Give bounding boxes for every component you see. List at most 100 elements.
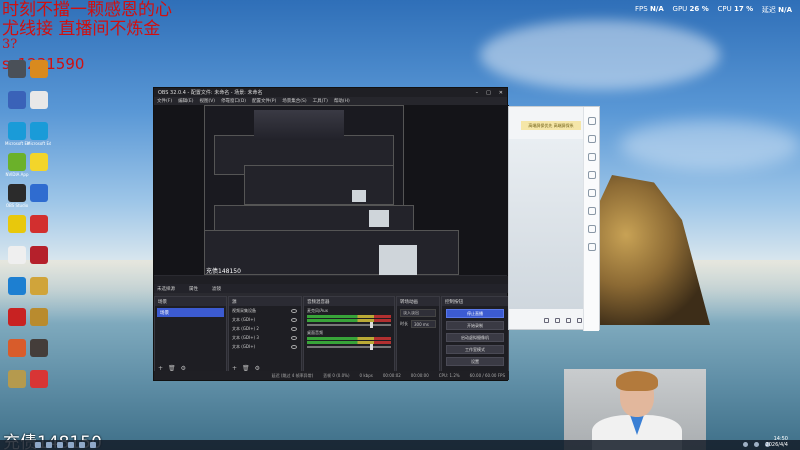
sources-dock-title: 源 [229, 297, 301, 306]
app-icon [8, 246, 26, 264]
desktop-icon[interactable] [27, 246, 51, 265]
menu-edit[interactable]: 编辑(E) [178, 98, 193, 104]
source-item[interactable]: 视频采集设备 [229, 306, 301, 315]
desktop-icon[interactable]: OBS Studio [5, 184, 29, 208]
app-icon[interactable] [79, 442, 85, 448]
start-icon[interactable] [35, 442, 41, 448]
search-icon[interactable] [46, 442, 52, 448]
desktop-icon[interactable] [27, 153, 51, 172]
start-recording-button[interactable]: 开始录制 [446, 321, 504, 330]
menu-tools[interactable]: 工具(T) [313, 98, 328, 104]
desktop-icon[interactable] [5, 339, 29, 358]
menu-profile[interactable]: 配置文件(P) [252, 98, 276, 104]
fullscreen-icon[interactable] [577, 318, 582, 323]
studio-mode-button[interactable]: 工作室模式 [446, 345, 504, 354]
menu-view[interactable]: 视图(V) [199, 98, 215, 104]
eye-icon[interactable] [291, 317, 297, 322]
latency-stat: 延迟 N/A [761, 6, 792, 14]
minimize-icon[interactable]: – [476, 90, 479, 96]
start-virtual-camera-button[interactable]: 启动虚拟摄像机 [446, 333, 504, 342]
app-icon[interactable] [57, 442, 63, 448]
menu-scene-collection[interactable]: 场景集合(S) [282, 98, 306, 104]
tool-icon[interactable] [587, 243, 596, 251]
filters-button[interactable]: 滤镜 [212, 286, 221, 292]
duration-input[interactable]: 300 ms [411, 320, 436, 328]
volume-slider[interactable] [307, 322, 391, 328]
desktop-icon[interactable] [27, 370, 51, 389]
desktop-icon[interactable] [5, 246, 29, 265]
scene-item[interactable]: 场景 [157, 308, 224, 317]
taskbar-clock[interactable]: 14:50 2026/4/4 [766, 436, 788, 448]
obs-title-text: OBS 32.0.4 - 配置文件: 未命名 - 场景: 未命名 [158, 90, 263, 96]
preview-nested-frame [244, 165, 394, 205]
desktop-icon[interactable] [27, 339, 51, 358]
source-item[interactable]: 文本 (GDI+) [229, 342, 301, 351]
app-icon[interactable] [90, 442, 96, 448]
obs-window[interactable]: OBS 32.0.4 - 配置文件: 未命名 - 场景: 未命名 – □ ✕ 文… [153, 87, 509, 381]
app-icon [30, 339, 48, 357]
desktop-icon-label: NVIDIA App [5, 172, 29, 177]
no-source-selected-label: 未选择源 [157, 286, 175, 292]
menu-file[interactable]: 文件(F) [157, 98, 172, 104]
preview-webcam-feed [369, 210, 389, 227]
source-item[interactable]: 文本 (GDI+) 2 [229, 324, 301, 333]
tool-icon[interactable] [587, 207, 596, 215]
close-icon[interactable]: ✕ [499, 90, 503, 96]
obs-preview-canvas[interactable] [154, 105, 509, 275]
transition-select[interactable]: 淡入淡出 [400, 309, 436, 317]
desktop-icon[interactable] [27, 215, 51, 234]
properties-button[interactable]: 属性 [189, 286, 198, 292]
record-icon[interactable] [566, 318, 571, 323]
menu-help[interactable]: 帮助(H) [334, 98, 350, 104]
cpu-stat: CPU 17 % [717, 5, 754, 13]
mixer-channel: 麦克风/Aux [304, 306, 394, 328]
tool-icon[interactable] [587, 225, 596, 233]
photo-icon[interactable] [544, 318, 549, 323]
desktop-icon[interactable] [5, 277, 29, 296]
network-icon[interactable] [743, 442, 748, 447]
desktop-icon[interactable]: NVIDIA App [5, 153, 29, 177]
desktop-icon[interactable] [27, 60, 51, 79]
tool-icon[interactable] [587, 117, 596, 125]
desktop-icon[interactable] [5, 60, 29, 79]
eye-icon[interactable] [291, 308, 297, 313]
stop-streaming-button[interactable]: 停止直播 [446, 309, 504, 318]
eye-icon[interactable] [291, 335, 297, 340]
eye-icon[interactable] [291, 344, 297, 349]
app-icon [8, 277, 26, 295]
volume-icon[interactable] [754, 442, 759, 447]
tool-icon[interactable] [587, 189, 596, 197]
tool-icon[interactable] [587, 153, 596, 161]
tool-icon[interactable] [587, 171, 596, 179]
transitions-dock-title: 转场动画 [397, 297, 439, 306]
desktop-icon[interactable]: Microsoft Edge [27, 122, 51, 146]
crop-icon[interactable] [555, 318, 560, 323]
eye-icon[interactable] [291, 326, 297, 331]
audio-mixer-dock: 音频混音器 麦克风/Aux 桌面音频 [303, 296, 395, 374]
tool-icon[interactable] [587, 135, 596, 143]
mixer-channel-label: 麦克风/Aux [307, 308, 328, 313]
obs-titlebar[interactable]: OBS 32.0.4 - 配置文件: 未命名 - 场景: 未命名 – □ ✕ [154, 88, 507, 97]
app-icon [30, 122, 48, 140]
gpu-stat: GPU 26 % [672, 5, 709, 13]
app-icon[interactable] [68, 442, 74, 448]
menu-docks[interactable]: 停靠窗口(D) [221, 98, 246, 104]
desktop-icon[interactable] [27, 184, 51, 203]
preview-webcam-feed [352, 190, 366, 202]
desktop-icon[interactable] [27, 308, 51, 327]
desktop-icon[interactable] [27, 277, 51, 296]
preview-nested-frame [204, 230, 459, 275]
desktop-icon[interactable] [27, 91, 51, 110]
app-icon [8, 91, 26, 109]
maximize-icon[interactable]: □ [486, 90, 491, 96]
settings-button[interactable]: 设置 [446, 357, 504, 366]
desktop-icon[interactable]: Microsoft Edge [5, 122, 29, 146]
desktop-icon[interactable] [5, 370, 29, 389]
desktop-icon[interactable] [5, 215, 29, 234]
desktop-icon[interactable] [5, 308, 29, 327]
volume-slider[interactable] [307, 344, 391, 350]
desktop-icon[interactable] [5, 91, 29, 110]
source-item[interactable]: 文本 (GDI+) [229, 315, 301, 324]
source-item[interactable]: 文本 (GDI+) 3 [229, 333, 301, 342]
camera-app-window[interactable]: 高端屏保优先 高端屏保系 [508, 106, 600, 331]
